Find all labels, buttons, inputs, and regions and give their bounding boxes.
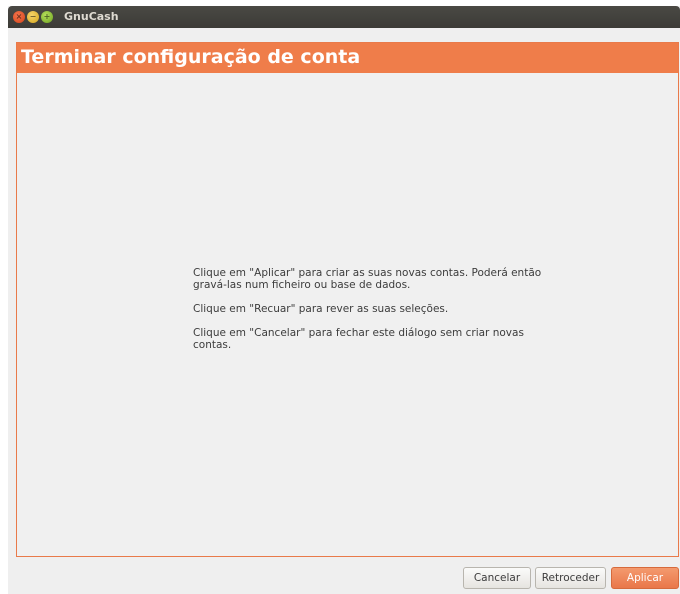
- minimize-icon[interactable]: −: [27, 11, 39, 23]
- cancel-button[interactable]: Cancelar: [463, 567, 531, 589]
- window-title: GnuCash: [64, 10, 119, 23]
- page-title: Terminar configuração de conta: [21, 46, 361, 68]
- gnucash-window: × − + GnuCash Terminar configuração de c…: [8, 6, 680, 594]
- paragraph-back: Clique em "Recuar" para rever as suas se…: [193, 303, 449, 315]
- back-button[interactable]: Retroceder: [535, 567, 606, 589]
- paragraph-apply: Clique em "Aplicar" para criar as suas n…: [193, 267, 542, 291]
- maximize-icon[interactable]: +: [41, 11, 53, 23]
- page-header: Terminar configuração de conta: [17, 43, 678, 73]
- title-bar: × − + GnuCash: [8, 6, 680, 28]
- paragraph-cancel: Clique em "Cancelar" para fechar este di…: [193, 327, 524, 351]
- close-icon[interactable]: ×: [13, 11, 25, 23]
- apply-button[interactable]: Aplicar: [611, 567, 679, 589]
- assistant-page: Terminar configuração de conta Clique em…: [16, 42, 679, 557]
- page-description: Clique em "Aplicar" para criar as suas n…: [193, 267, 553, 363]
- button-bar: Cancelar Retroceder Aplicar: [8, 567, 680, 589]
